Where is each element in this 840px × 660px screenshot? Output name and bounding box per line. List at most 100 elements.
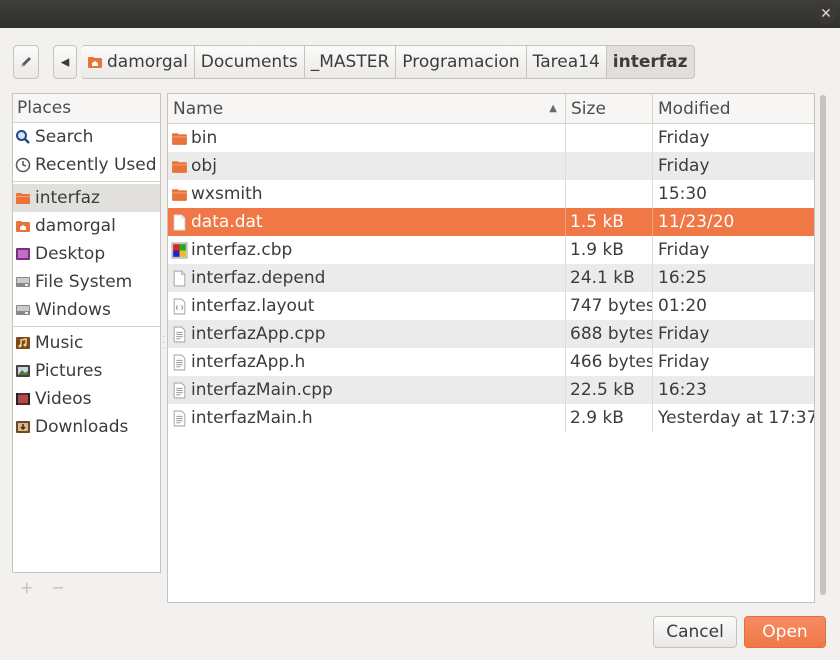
file-size: 688 bytes (566, 320, 653, 348)
file-name: data.dat (191, 212, 263, 232)
file-name: interfazMain.cpp (191, 380, 333, 400)
cancel-button[interactable]: Cancel (653, 616, 737, 648)
column-header-name[interactable]: Name ▲ (168, 94, 566, 124)
column-header-label: Modified (658, 99, 731, 119)
file-size: 24.1 kB (566, 264, 653, 292)
breadcrumb-programacion[interactable]: Programacion (396, 45, 527, 79)
file-row[interactable]: interfazMain.cpp 22.5 kB 16:23 (168, 376, 814, 404)
file-list: Name ▲ Size Modified bin Friday obj Frid… (167, 93, 815, 603)
remove-bookmark-button[interactable]: − (51, 578, 64, 597)
sidebar-item-label: damorgal (35, 216, 116, 236)
file-size (566, 152, 653, 180)
file-name: interfazApp.cpp (191, 324, 326, 344)
file-name: interfaz.layout (191, 296, 315, 316)
sidebar-item-label: Windows (35, 300, 111, 320)
breadcrumb-label: interfaz (612, 52, 688, 72)
file-row[interactable]: obj Friday (168, 152, 814, 180)
places-divider (13, 181, 160, 182)
text-file-icon (173, 354, 186, 370)
file-size: 22.5 kB (566, 376, 653, 404)
column-header-label: Size (571, 99, 606, 119)
file-name: wxsmith (191, 184, 263, 204)
file-size: 1.9 kB (566, 236, 653, 264)
edit-location-button[interactable] (13, 45, 39, 79)
file-row-selected[interactable]: data.dat 1.5 kB 11/23/20 (168, 208, 814, 236)
file-row[interactable]: interfaz.cbp 1.9 kB Friday (168, 236, 814, 264)
file-name: interfazApp.h (191, 352, 306, 372)
sidebar-item-music[interactable]: Music (13, 329, 160, 357)
file-modified: Friday (658, 352, 710, 372)
breadcrumb-interfaz[interactable]: interfaz (606, 45, 695, 79)
file-row[interactable]: wxsmith 15:30 (168, 180, 814, 208)
sidebar-item-interfaz[interactable]: interfaz (13, 184, 160, 212)
file-name: interfaz.cbp (191, 240, 293, 260)
sidebar-item-search[interactable]: Search (13, 123, 160, 151)
file-row[interactable]: bin Friday (168, 124, 814, 152)
file-row[interactable]: interfaz.depend 24.1 kB 16:25 (168, 264, 814, 292)
open-button[interactable]: Open (744, 616, 826, 648)
file-row[interactable]: interfazMain.h 2.9 kB Yesterday at 17:37 (168, 404, 814, 432)
file-size (566, 180, 653, 208)
file-row[interactable]: interfazApp.cpp 688 bytes Friday (168, 320, 814, 348)
breadcrumb-tarea14[interactable]: Tarea14 (526, 45, 607, 79)
breadcrumb-label: _MASTER (310, 52, 390, 72)
sidebar-item-windows[interactable]: Windows (13, 296, 160, 324)
file-size: 466 bytes (566, 348, 653, 376)
pencil-icon (21, 57, 31, 67)
drive-icon (16, 305, 30, 315)
music-icon (16, 337, 30, 349)
sidebar-item-label: Recently Used (35, 155, 157, 175)
file-modified: 16:23 (658, 380, 707, 400)
text-file-icon (173, 326, 186, 342)
file-name: interfaz.depend (191, 268, 326, 288)
file-icon (173, 214, 186, 230)
breadcrumb-label: Programacion (402, 52, 520, 72)
sidebar-item-downloads[interactable]: Downloads (13, 413, 160, 441)
file-modified: 11/23/20 (658, 212, 735, 232)
sidebar-item-file-system[interactable]: File System (13, 268, 160, 296)
file-row[interactable]: interfaz.layout 747 bytes 01:20 (168, 292, 814, 320)
desktop-icon (16, 248, 30, 260)
breadcrumb-home[interactable]: damorgal (81, 45, 195, 79)
home-folder-icon (16, 221, 30, 232)
file-size: 2.9 kB (566, 404, 653, 432)
breadcrumb-label: Documents (200, 52, 298, 72)
file-list-scrollbar[interactable] (818, 93, 828, 603)
column-header-size[interactable]: Size (566, 94, 653, 124)
breadcrumb-documents[interactable]: Documents (194, 45, 305, 79)
pane-resize-handle[interactable]: · · · (162, 333, 165, 355)
file-modified: Friday (658, 156, 710, 176)
sidebar-item-damorgal[interactable]: damorgal (13, 212, 160, 240)
file-row[interactable]: interfazApp.h 466 bytes Friday (168, 348, 814, 376)
folder-icon (172, 188, 187, 201)
sidebar-item-videos[interactable]: Videos (13, 385, 160, 413)
search-icon (16, 130, 30, 144)
column-header-modified[interactable]: Modified (653, 94, 814, 124)
places-header: Places (13, 94, 160, 123)
sidebar-item-desktop[interactable]: Desktop (13, 240, 160, 268)
breadcrumb-label: damorgal (107, 52, 188, 72)
sidebar-item-label: Pictures (35, 361, 103, 381)
add-bookmark-button[interactable]: + (20, 578, 33, 597)
scrollbar-thumb[interactable] (820, 95, 826, 595)
file-modified: 16:25 (658, 268, 707, 288)
file-icon (173, 270, 186, 286)
videos-icon (16, 393, 30, 405)
sidebar-item-recently-used[interactable]: Recently Used (13, 151, 160, 179)
file-modified: Friday (658, 240, 710, 260)
file-list-header: Name ▲ Size Modified (168, 94, 814, 124)
file-modified: Friday (658, 128, 710, 148)
file-modified: 15:30 (658, 184, 707, 204)
sidebar-item-label: Search (35, 127, 94, 147)
folder-icon (16, 193, 30, 204)
close-button[interactable]: ✕ (816, 4, 836, 24)
pictures-icon (16, 365, 30, 377)
sidebar-item-pictures[interactable]: Pictures (13, 357, 160, 385)
sidebar-item-label: Music (35, 333, 84, 353)
breadcrumb-back-button[interactable]: ◂ (53, 45, 77, 79)
file-name: obj (191, 156, 217, 176)
xml-file-icon (173, 298, 186, 314)
places-divider (13, 326, 160, 327)
breadcrumb-master[interactable]: _MASTER (304, 45, 397, 79)
sidebar-item-label: Desktop (35, 244, 106, 264)
